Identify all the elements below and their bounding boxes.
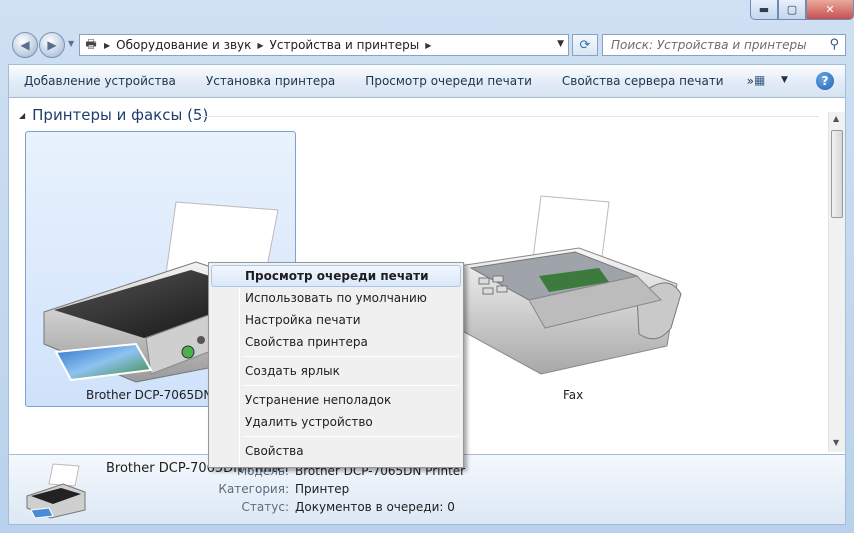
menu-item-troubleshoot[interactable]: Устранение неполадок	[211, 389, 461, 411]
add-printer-button[interactable]: Установка принтера	[191, 74, 350, 88]
menu-item-set-default[interactable]: Использовать по умолчанию	[211, 287, 461, 309]
address-bar[interactable]: 🖶 ▶ Оборудование и звук ▶ Устройства и п…	[79, 34, 569, 56]
refresh-icon: ⟳	[579, 37, 591, 53]
arrow-left-icon: ◀	[20, 38, 30, 52]
window-controls: ▬ ▢ ✕	[750, 0, 854, 20]
close-icon: ✕	[825, 3, 835, 16]
close-button[interactable]: ✕	[806, 0, 854, 20]
breadcrumb-devices-printers[interactable]: Устройства и принтеры	[266, 38, 424, 52]
details-value-status: Документов в очереди: 0	[295, 500, 455, 514]
fax-icon	[456, 195, 682, 375]
menu-item-remove-device[interactable]: Удалить устройство	[211, 411, 461, 433]
add-device-button[interactable]: Добавление устройства	[9, 74, 191, 88]
back-button[interactable]: ◀	[12, 32, 38, 58]
search-input[interactable]	[611, 38, 821, 52]
device-tile-fax[interactable]: Fax	[449, 188, 689, 413]
address-dropdown-icon[interactable]: ▼	[557, 39, 564, 49]
navigation-bar: ◀ ▶ ▼ 🖶 ▶ Оборудование и звук ▶ Устройст…	[0, 30, 854, 60]
details-label-category: Категория:	[218, 482, 289, 496]
menu-item-create-shortcut[interactable]: Создать ярлык	[211, 360, 461, 382]
device-label-fax: Fax	[563, 388, 584, 402]
scroll-down-icon[interactable]: ▼	[833, 438, 839, 447]
menu-item-printing-preferences[interactable]: Настройка печати	[211, 309, 461, 331]
menu-separator	[243, 356, 459, 357]
breadcrumb-hardware-sound[interactable]: Оборудование и звук	[112, 38, 255, 52]
view-options-dropdown-icon[interactable]: ▼	[781, 75, 788, 85]
chevron-right-icon[interactable]: ▶	[102, 41, 112, 50]
maximize-icon: ▢	[786, 3, 798, 16]
control-panel-icon: 🖶	[85, 36, 97, 51]
minimize-icon: ▬	[758, 3, 770, 16]
help-icon[interactable]: ?	[816, 72, 834, 90]
scrollbar-thumb[interactable]	[831, 130, 843, 218]
maximize-button[interactable]: ▢	[778, 0, 806, 20]
refresh-button[interactable]: ⟳	[572, 34, 598, 56]
search-icon[interactable]: ⚲	[829, 37, 839, 52]
forward-button[interactable]: ▶	[39, 32, 65, 58]
print-server-properties-button[interactable]: Свойства сервера печати	[547, 74, 739, 88]
chevron-right-icon[interactable]: ▶	[423, 41, 433, 50]
vertical-scrollbar[interactable]: ▲ ▼	[828, 112, 845, 452]
menu-item-see-print-queue[interactable]: Просмотр очереди печати	[211, 265, 461, 287]
menu-item-printer-properties[interactable]: Свойства принтера	[211, 331, 461, 353]
details-label-status: Статус:	[241, 500, 289, 514]
collapse-triangle-icon[interactable]: ◢	[19, 111, 25, 120]
menu-separator	[243, 436, 459, 437]
details-row-category: Категория: Принтер	[209, 482, 349, 496]
menu-item-properties[interactable]: Свойства	[211, 440, 461, 462]
search-box[interactable]: ⚲	[602, 34, 846, 56]
recent-pages-dropdown[interactable]: ▼	[68, 39, 74, 48]
group-header[interactable]: ◢ Принтеры и факсы (5)	[19, 106, 208, 124]
details-value-category: Принтер	[295, 482, 350, 496]
title-bar: ▬ ▢ ✕	[0, 0, 854, 30]
see-print-queue-button[interactable]: Просмотр очереди печати	[350, 74, 547, 88]
details-row-status: Статус: Документов в очереди: 0	[209, 500, 455, 514]
scroll-up-icon[interactable]: ▲	[833, 114, 839, 123]
arrow-right-icon: ▶	[47, 38, 57, 52]
context-menu: Просмотр очереди печати Использовать по …	[208, 262, 464, 468]
chevron-right-icon[interactable]: ▶	[255, 41, 265, 50]
command-bar: Добавление устройства Установка принтера…	[8, 64, 846, 98]
change-view-icon[interactable]: ▦	[754, 73, 765, 87]
group-title: Принтеры и факсы (5)	[32, 106, 209, 124]
minimize-button[interactable]: ▬	[750, 0, 778, 20]
menu-separator	[243, 385, 459, 386]
printer-thumbnail-icon	[26, 463, 86, 519]
group-divider	[199, 116, 819, 117]
